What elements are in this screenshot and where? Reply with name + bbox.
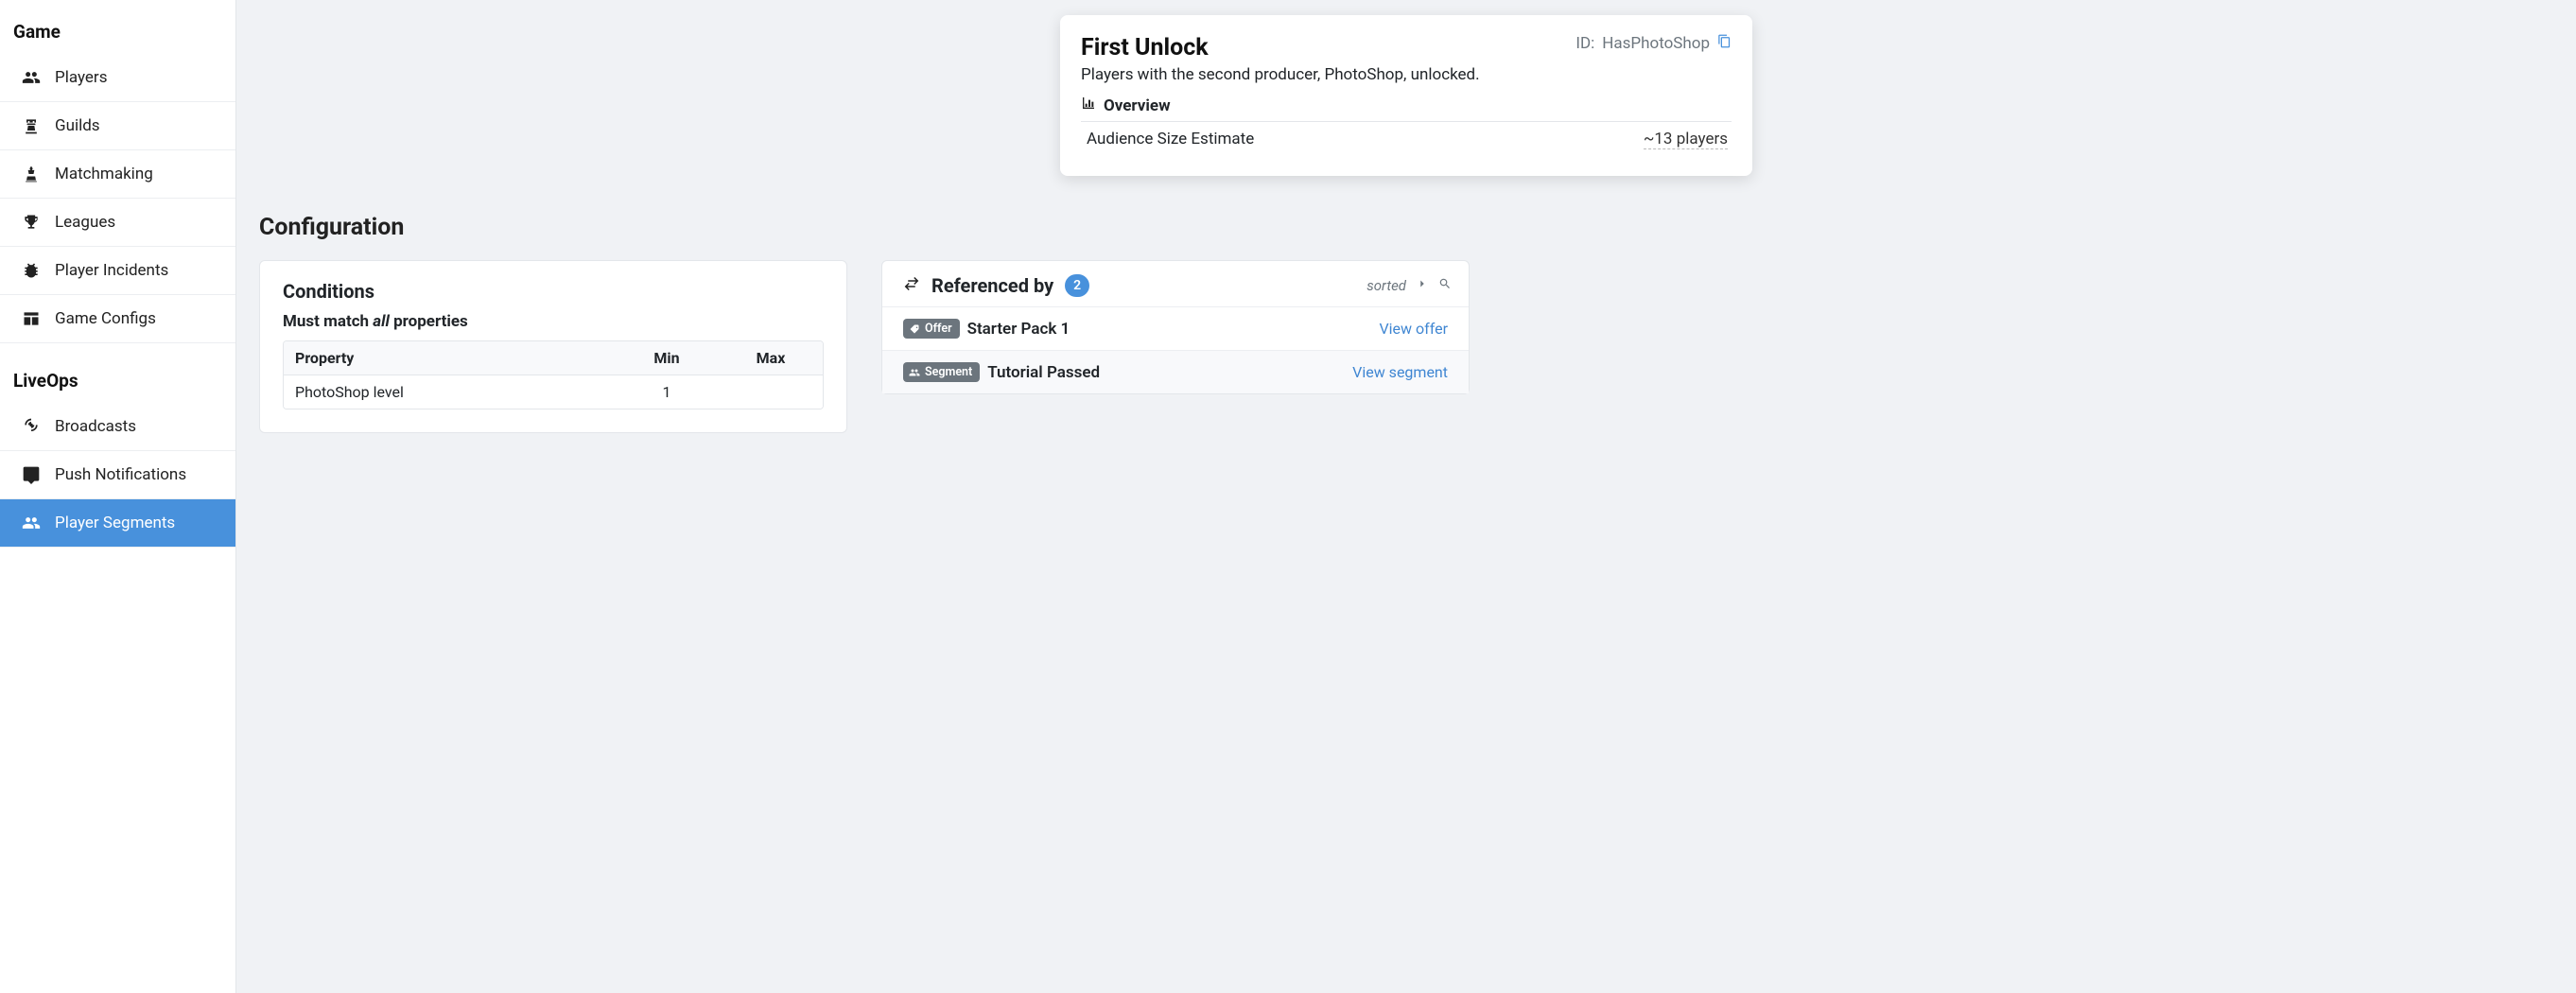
table-row: PhotoShop level 1 bbox=[284, 375, 823, 409]
segment-title: First Unlock bbox=[1081, 34, 1209, 61]
offer-tag: Offer bbox=[903, 319, 960, 339]
sorted-label: sorted bbox=[1366, 277, 1406, 294]
referenced-name: Starter Pack 1 bbox=[967, 320, 1070, 339]
referenced-by-card: Referenced by 2 sorted bbox=[881, 260, 1470, 394]
match-pre: Must match bbox=[283, 312, 373, 331]
tag-label: Offer bbox=[925, 322, 952, 336]
sidebar-item-label: Matchmaking bbox=[55, 165, 153, 183]
sidebar-item-label: Leagues bbox=[55, 213, 115, 232]
tag-icon bbox=[909, 323, 920, 335]
sidebar-item-player-incidents[interactable]: Player Incidents bbox=[0, 247, 235, 295]
conditions-table: Property Min Max PhotoShop level 1 bbox=[283, 340, 824, 409]
exchange-icon bbox=[903, 275, 920, 296]
referenced-title: Referenced by bbox=[931, 274, 1053, 297]
sidebar-item-players[interactable]: Players bbox=[0, 54, 235, 102]
view-segment-link[interactable]: View segment bbox=[1352, 363, 1448, 381]
referenced-count-badge: 2 bbox=[1065, 274, 1089, 297]
overview-label: Overview bbox=[1104, 96, 1171, 115]
col-max: Max bbox=[719, 341, 823, 375]
trophy-icon bbox=[21, 212, 42, 233]
sidebar-item-player-segments[interactable]: Player Segments bbox=[0, 499, 235, 548]
referenced-name: Tutorial Passed bbox=[987, 363, 1100, 382]
col-property: Property bbox=[284, 341, 615, 375]
sidebar-group-game: Game bbox=[0, 15, 235, 54]
audience-value: ~13 players bbox=[1644, 130, 1728, 149]
table-icon bbox=[21, 308, 42, 329]
conditions-card: Conditions Must match all properties Pro… bbox=[259, 260, 847, 433]
segment-id-value: HasPhotoShop bbox=[1602, 34, 1710, 53]
conditions-match-text: Must match all properties bbox=[283, 312, 824, 331]
broadcast-icon bbox=[21, 416, 42, 437]
referenced-row: Segment Tutorial Passed View segment bbox=[882, 350, 1469, 393]
sidebar-item-push-notifications[interactable]: Push Notifications bbox=[0, 451, 235, 499]
cell-min: 1 bbox=[615, 375, 719, 409]
segment-description: Players with the second producer, PhotoS… bbox=[1081, 65, 1732, 84]
table-header-row: Property Min Max bbox=[284, 341, 823, 375]
users-icon bbox=[21, 67, 42, 88]
sidebar: Game Players Guilds Matchmaking Leagues … bbox=[0, 0, 236, 993]
sidebar-item-broadcasts[interactable]: Broadcasts bbox=[0, 403, 235, 451]
sidebar-item-label: Players bbox=[55, 68, 107, 87]
segment-id-prefix: ID: bbox=[1575, 34, 1594, 53]
chevron-right-icon[interactable] bbox=[1416, 277, 1429, 294]
sidebar-item-leagues[interactable]: Leagues bbox=[0, 199, 235, 247]
sidebar-item-label: Push Notifications bbox=[55, 465, 186, 484]
match-em: all bbox=[373, 312, 390, 331]
col-min: Min bbox=[615, 341, 719, 375]
cell-property: PhotoShop level bbox=[284, 375, 615, 409]
audience-row: Audience Size Estimate ~13 players bbox=[1081, 122, 1732, 149]
search-icon[interactable] bbox=[1438, 277, 1452, 294]
configuration-heading: Configuration bbox=[259, 214, 2553, 241]
sidebar-item-matchmaking[interactable]: Matchmaking bbox=[0, 150, 235, 199]
segment-tag: Segment bbox=[903, 362, 980, 382]
segment-id: ID: HasPhotoShop bbox=[1575, 34, 1732, 53]
tag-label: Segment bbox=[925, 365, 972, 379]
sidebar-item-label: Player Incidents bbox=[55, 261, 168, 280]
referenced-row: Offer Starter Pack 1 View offer bbox=[882, 306, 1469, 350]
users-icon bbox=[21, 513, 42, 533]
rook-icon bbox=[21, 115, 42, 136]
copy-icon[interactable] bbox=[1717, 34, 1732, 53]
sidebar-item-label: Guilds bbox=[55, 116, 100, 135]
users-icon bbox=[909, 367, 920, 378]
sidebar-item-guilds[interactable]: Guilds bbox=[0, 102, 235, 150]
segment-header-card: First Unlock ID: HasPhotoShop Players wi… bbox=[1060, 15, 1752, 176]
cell-max bbox=[719, 375, 823, 409]
match-post: properties bbox=[390, 312, 468, 331]
comment-icon bbox=[21, 464, 42, 485]
view-offer-link[interactable]: View offer bbox=[1379, 320, 1448, 338]
bug-icon bbox=[21, 260, 42, 281]
chart-icon bbox=[1081, 96, 1096, 115]
chess-icon bbox=[21, 164, 42, 184]
sidebar-item-label: Game Configs bbox=[55, 309, 156, 328]
main-content: First Unlock ID: HasPhotoShop Players wi… bbox=[236, 0, 2576, 993]
conditions-title: Conditions bbox=[283, 280, 824, 303]
sidebar-group-liveops: LiveOps bbox=[0, 364, 235, 403]
sidebar-item-label: Player Segments bbox=[55, 514, 175, 532]
sidebar-item-label: Broadcasts bbox=[55, 417, 136, 436]
audience-label: Audience Size Estimate bbox=[1087, 130, 1254, 149]
sidebar-item-game-configs[interactable]: Game Configs bbox=[0, 295, 235, 343]
overview-heading: Overview bbox=[1081, 96, 1732, 122]
